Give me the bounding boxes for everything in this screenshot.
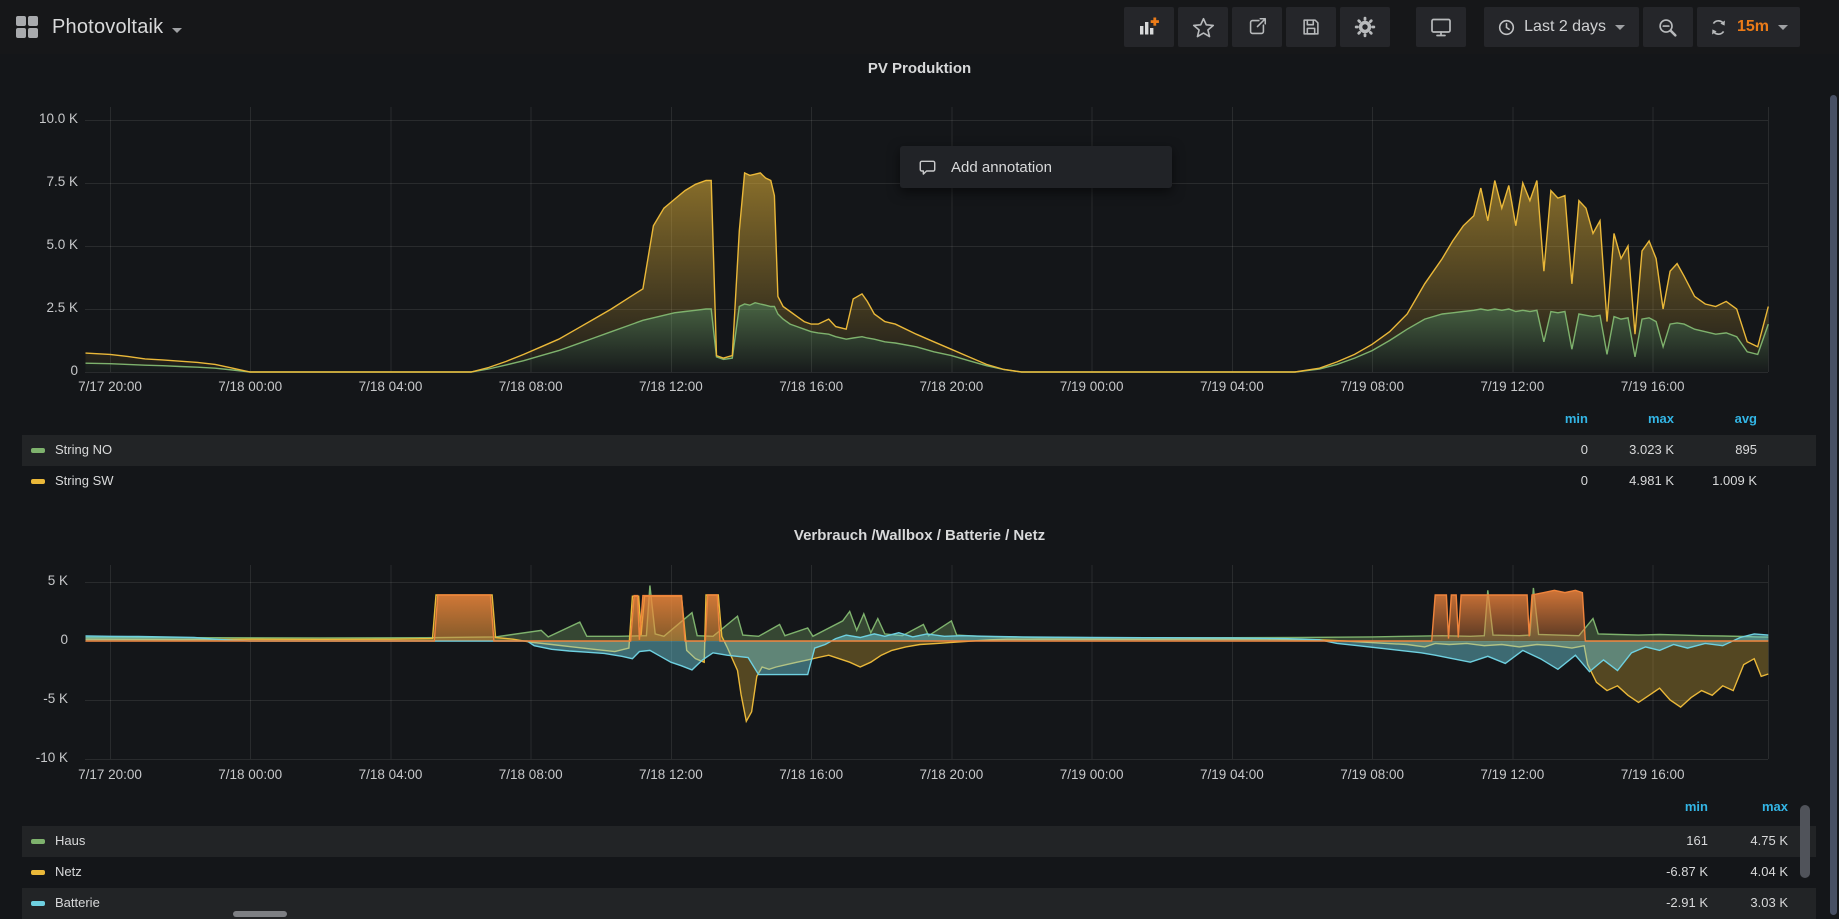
settings-gear-icon [1353,15,1377,39]
legend-value-avg: 895 [1627,442,1757,457]
x-axis-tick-label: 7/18 20:00 [896,767,1006,782]
legend-series-toggle[interactable]: Batterie [55,895,100,910]
x-axis-tick-label: 7/18 16:00 [756,767,866,782]
x-axis-tick-label: 7/18 16:00 [756,379,866,394]
time-range-picker[interactable]: Last 2 days [1484,7,1639,47]
legend-series-swatch [31,448,45,453]
add-panel-icon [1137,15,1161,39]
legend-series-swatch [31,901,45,906]
time-range-label: Last 2 days [1524,18,1606,36]
y-axis-tick-label: 2.5 K [8,300,78,315]
clock-icon [1498,19,1515,36]
x-axis-tick-label: 7/17 20:00 [55,379,165,394]
x-axis-tick-label: 7/18 12:00 [616,767,726,782]
legend-value-avg: 1.009 K [1627,473,1757,488]
refresh-icon [1709,18,1728,37]
legend-value-max: 4.04 K [1658,864,1788,879]
navbar: Photovoltaik [0,0,1839,54]
share-button[interactable] [1232,7,1282,47]
save-button[interactable] [1286,7,1336,47]
x-axis-tick-label: 7/19 00:00 [1037,379,1147,394]
zoom-out-icon [1656,16,1679,39]
legend-value-max: 4.75 K [1658,833,1788,848]
x-axis-tick-label: 7/18 00:00 [195,767,305,782]
x-axis-tick-label: 7/19 00:00 [1037,767,1147,782]
panel-title-verbrauch[interactable]: Verbrauch /Wallbox / Batterie / Netz [0,527,1839,544]
legend-series-swatch [31,870,45,875]
y-axis-tick-label: 0 [8,632,68,647]
dashboard-title-button[interactable]: Photovoltaik [16,16,182,39]
x-axis-tick-label: 7/18 20:00 [896,379,1006,394]
x-axis-tick-label: 7/18 04:00 [336,767,446,782]
share-icon [1246,16,1268,38]
zoom-out-button[interactable] [1643,7,1693,47]
legend-column-header-avg[interactable]: avg [1637,411,1757,426]
settings-button[interactable] [1340,7,1390,47]
legend-series-toggle[interactable]: String SW [55,473,114,488]
x-axis-tick-label: 7/18 12:00 [616,379,726,394]
page-scrollbar-thumb[interactable] [1830,95,1837,915]
x-axis-tick-label: 7/19 12:00 [1457,379,1567,394]
x-axis-tick-label: 7/18 08:00 [476,379,586,394]
legend-scrollbar-thumb[interactable] [1800,805,1810,878]
horizontal-scrollbar-thumb[interactable] [233,911,287,917]
x-axis-tick-label: 7/18 04:00 [336,379,446,394]
x-axis-tick-label: 7/19 04:00 [1177,379,1287,394]
y-axis-tick-label: -10 K [8,750,68,765]
x-axis-tick-label: 7/18 08:00 [476,767,586,782]
star-button[interactable] [1178,7,1228,47]
chevron-down-icon [1778,25,1788,30]
panel-title-pv-produktion[interactable]: PV Produktion [0,60,1839,77]
x-axis-tick-label: 7/19 12:00 [1457,767,1567,782]
cycle-view-monitor-icon [1429,15,1453,39]
x-axis-tick-label: 7/17 20:00 [55,767,165,782]
comment-bubble-icon [918,158,937,177]
add-annotation-label: Add annotation [951,159,1052,176]
star-icon [1192,16,1215,39]
chevron-down-icon [172,28,182,33]
save-icon [1300,16,1322,38]
y-axis-tick-label: 10.0 K [8,111,78,126]
legend-series-toggle[interactable]: Netz [55,864,82,879]
legend-series-toggle[interactable]: Haus [55,833,85,848]
legend-header-row: minmaxavg [22,411,1816,431]
legend-row: Netz-6.87 K4.04 K [22,857,1816,888]
verbrauch-plot[interactable] [0,564,1839,764]
y-axis-tick-label: 7.5 K [8,174,78,189]
legend-series-swatch [31,479,45,484]
y-axis-tick-label: 5.0 K [8,237,78,252]
apps-grid-icon [16,16,38,38]
legend-row: String SW04.981 K1.009 K [22,466,1816,497]
x-axis-tick-label: 7/19 16:00 [1598,379,1708,394]
x-axis-tick-label: 7/19 08:00 [1317,767,1427,782]
y-axis-tick-label: -5 K [8,691,68,706]
legend-row: String NO03.023 K895 [22,435,1816,466]
y-axis-tick-label: 0 [8,363,78,378]
legend-value-max: 3.03 K [1658,895,1788,910]
dashboard-title: Photovoltaik [52,16,163,39]
x-axis-tick-label: 7/19 08:00 [1317,379,1427,394]
add-panel-button[interactable] [1124,7,1174,47]
legend-column-header-max[interactable]: max [1668,799,1788,814]
legend-series-toggle[interactable]: String NO [55,442,112,457]
x-axis-tick-label: 7/19 16:00 [1598,767,1708,782]
refresh-interval-label: 15m [1737,18,1769,36]
legend-series-swatch [31,839,45,844]
add-annotation-menu-item[interactable]: Add annotation [900,146,1172,188]
legend-row: Batterie-2.91 K3.03 K [22,888,1816,919]
y-axis-tick-label: 5 K [8,573,68,588]
legend-header-row: minmax [22,799,1816,819]
x-axis-tick-label: 7/18 00:00 [195,379,305,394]
refresh-picker[interactable]: 15m [1697,7,1800,47]
cycle-view-button[interactable] [1416,7,1466,47]
x-axis-tick-label: 7/19 04:00 [1177,767,1287,782]
legend-row: Haus1614.75 K [22,826,1816,857]
chevron-down-icon [1615,25,1625,30]
